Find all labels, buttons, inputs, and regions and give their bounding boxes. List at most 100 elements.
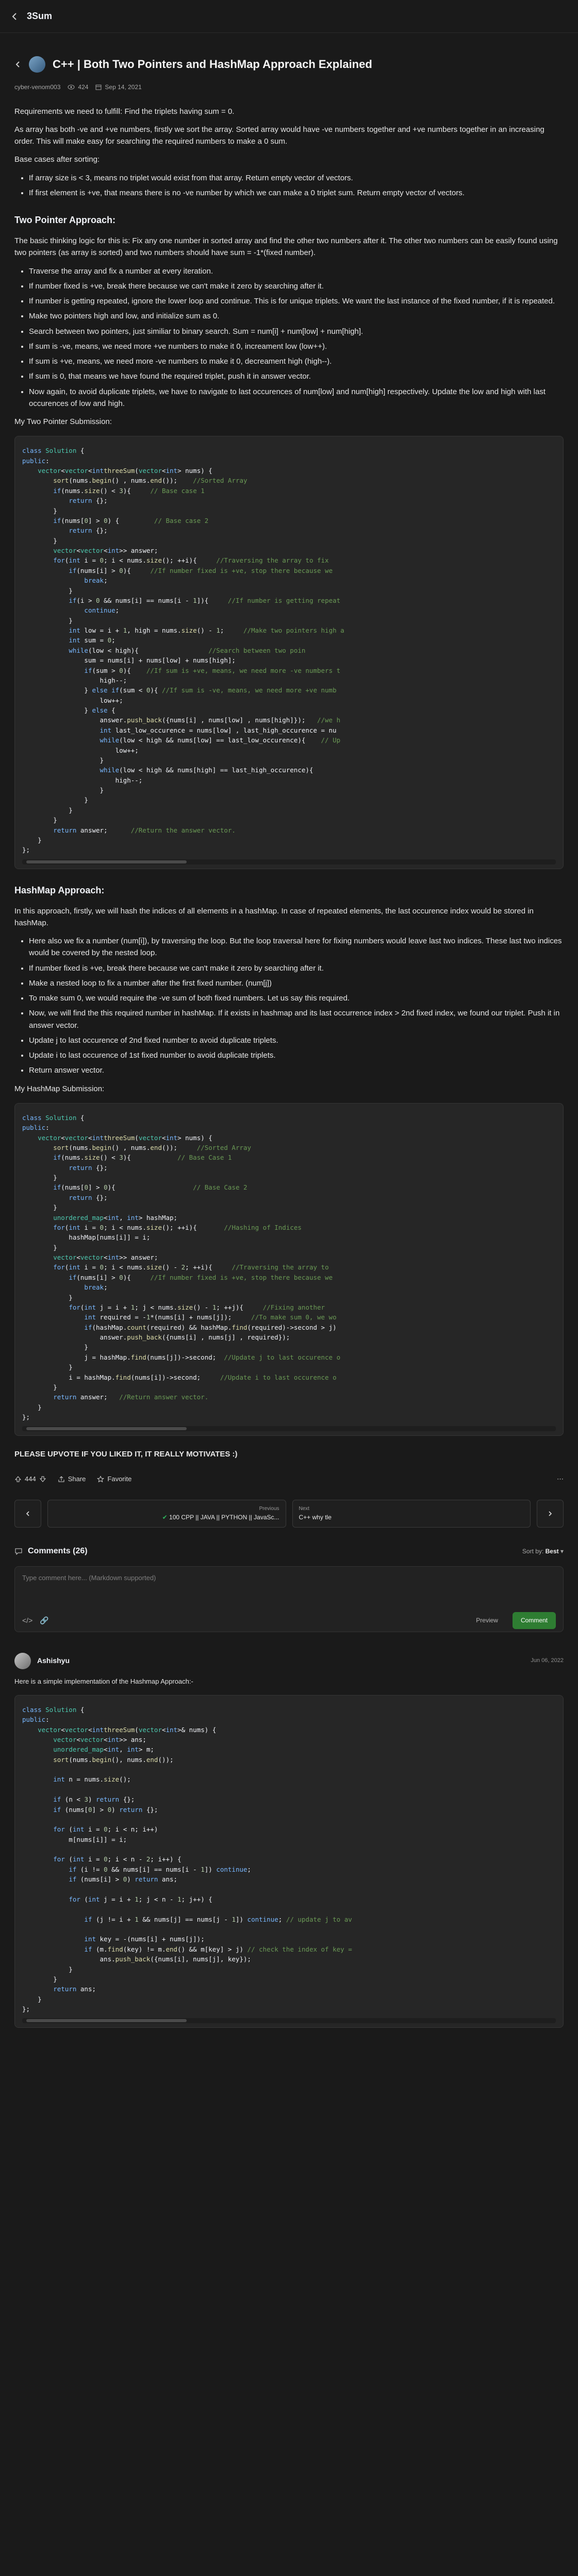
code-line: answer.push_back({nums[i] , nums[j] , re… [22,1333,290,1342]
code-line: low++; [22,696,123,704]
code-icon[interactable]: </> [22,1615,32,1626]
comment-code-block[interactable]: class Solution {public: vector<vector<in… [14,1694,564,2028]
comment-button[interactable]: Comment [512,1612,556,1629]
two-pointer-intro: The basic thinking logic for this is: Fi… [14,236,558,258]
code-line: vector<vector<int>> answer; [53,1253,158,1262]
code-line: break; [84,577,108,585]
star-icon [97,1476,105,1483]
more-options-icon[interactable]: ⋯ [557,1474,564,1484]
hashmap-code-block[interactable]: class Solution {public: vector<vector<in… [14,1103,564,1436]
code-line: } [22,1383,57,1391]
favorite-button[interactable]: Favorite [97,1474,131,1484]
code-line: } [22,1403,42,1411]
two-pointer-code-block[interactable]: class Solution {public: vector<vector<in… [14,436,564,869]
horizontal-scrollbar[interactable] [22,2018,556,2024]
code-line: j = hashMap.find(nums[j])->second; //Upd… [22,1353,341,1361]
code-line: high--; [22,676,127,684]
code-line: if(i > 0 && nums[i] == nums[i - 1]){ //I… [69,596,341,604]
hashmap-submission-label: My HashMap Submission: [14,1084,105,1093]
horizontal-scrollbar[interactable] [22,1426,556,1432]
view-count: 424 [78,83,89,91]
code-line: class Solution { [22,1113,85,1122]
list-item: If number fixed is +ve, break there beca… [29,962,564,974]
code-line: sort(nums.begin(), nums.end()); [53,1755,174,1764]
list-item: Update j to last occurence of 2nd fixed … [29,1035,564,1046]
author-name[interactable]: cyber-venom003 [14,82,60,92]
code-line: if(nums.size() < 3){ // Base Case 1 [53,1154,232,1162]
calendar-icon [95,84,102,90]
list-item: Search between two pointers, just simili… [29,326,564,337]
list-item: Now again, to avoid duplicate triplets, … [29,386,564,410]
code-line: } [22,806,73,814]
code-line: if(nums.size() < 3){ // Base case 1 [53,486,205,495]
code-line: } [22,1293,73,1301]
code-line: } [22,1995,42,2003]
code-line: } [22,536,57,545]
post-title: C++ | Both Two Pointers and HashMap Appr… [53,58,372,71]
sort-value: Best [545,1547,559,1555]
preview-button[interactable]: Preview [469,1613,505,1629]
code-line: if(nums[0] > 0) { // Base case 2 [53,516,209,524]
author-avatar[interactable] [29,56,45,73]
chevron-down-icon: ▾ [560,1547,564,1555]
previous-post-link[interactable]: Previous ✔ 100 CPP || JAVA || PYTHON || … [47,1499,286,1528]
hashmap-heading: HashMap Approach: [14,885,105,895]
share-button[interactable]: Share [58,1474,86,1484]
base-cases-list: If array size is < 3, means no triplet w… [29,172,564,199]
chevron-left-icon [26,1511,29,1516]
code-line: } [22,786,104,794]
comment-date: Jun 06, 2022 [531,1657,564,1664]
code-line: return {}; [69,497,108,505]
views: 424 [68,82,88,92]
code-line: unordered_map<int, int> hashMap; [53,1213,178,1222]
code-line: }; [22,846,30,854]
date-text: Sep 14, 2021 [105,83,142,91]
comment-header: Ashishyu Jun 06, 2022 [14,1652,564,1669]
nav-back-button[interactable] [14,1499,41,1528]
code-line: while(low < high){ //Search between two … [69,646,306,654]
code-line: } else { [22,706,115,715]
sort-dropdown[interactable]: Sort by: Best ▾ [522,1547,564,1556]
comment-editor[interactable]: Type comment here... (Markdown supported… [14,1566,564,1632]
list-item: Here also we fix a number (num[i]), by t… [29,935,564,959]
back-arrow-icon[interactable] [10,12,20,21]
top-bar: 3Sum [0,0,578,33]
list-item: Traverse the array and fix a number at e… [29,265,564,277]
commenter-avatar[interactable] [14,1652,31,1669]
upvote-button[interactable]: 444 [14,1474,46,1484]
code-line: ans.push_back({nums[i], nums[j], key}); [22,1955,252,1963]
commenter-name[interactable]: Ashishyu [37,1655,70,1667]
code-line: for(int i = 0; i < nums.size() - 2; ++i)… [53,1263,329,1272]
code-line: answer.push_back({nums[i] , nums[low] , … [22,716,341,724]
code-line: } [22,1343,88,1351]
list-item: If number is getting repeated, ignore th… [29,295,564,307]
horizontal-scrollbar[interactable] [22,859,556,865]
code-line: vector<vector<int>> answer; [53,547,158,555]
back-chevron-icon[interactable] [14,61,22,68]
code-line: while(low < high && nums[high] == last_h… [100,766,313,774]
post-navigation: Previous ✔ 100 CPP || JAVA || PYTHON || … [14,1499,564,1528]
post-meta: cyber-venom003 424 Sep 14, 2021 [14,82,564,92]
upvote-arrow-icon [14,1476,22,1482]
check-icon: ✔ [162,1514,168,1521]
next-post-link[interactable]: Next C++ why tle [292,1499,531,1528]
list-item: Make a nested loop to fix a number after… [29,977,564,989]
code-line: } [22,586,73,595]
code-line: return {}; [69,527,108,535]
code-line: return ans; [53,1985,96,1993]
code-line: vector<vector<intthreeSum(vector<int> nu… [38,467,212,475]
code-line: if(sum > 0){ //If sum is +ve, means, we … [84,666,341,674]
code-line: if (m.find(key) != m.end() && m[key] > j… [84,1945,352,1953]
list-item: Now, we will find the this required numb… [29,1007,564,1031]
link-icon[interactable]: 🔗 [40,1615,48,1626]
list-item: If sum is -ve, means, we need more +ve n… [29,341,564,352]
nav-forward-button[interactable] [537,1499,564,1528]
two-pointer-steps: Traverse the array and fix a number at e… [29,265,564,410]
code-line: sort(nums.begin() , nums.end()); //Sorte… [53,1143,252,1151]
code-line: continue; [84,606,120,615]
code-line: if(nums[i] > 0){ //If number fixed is +v… [69,566,333,574]
